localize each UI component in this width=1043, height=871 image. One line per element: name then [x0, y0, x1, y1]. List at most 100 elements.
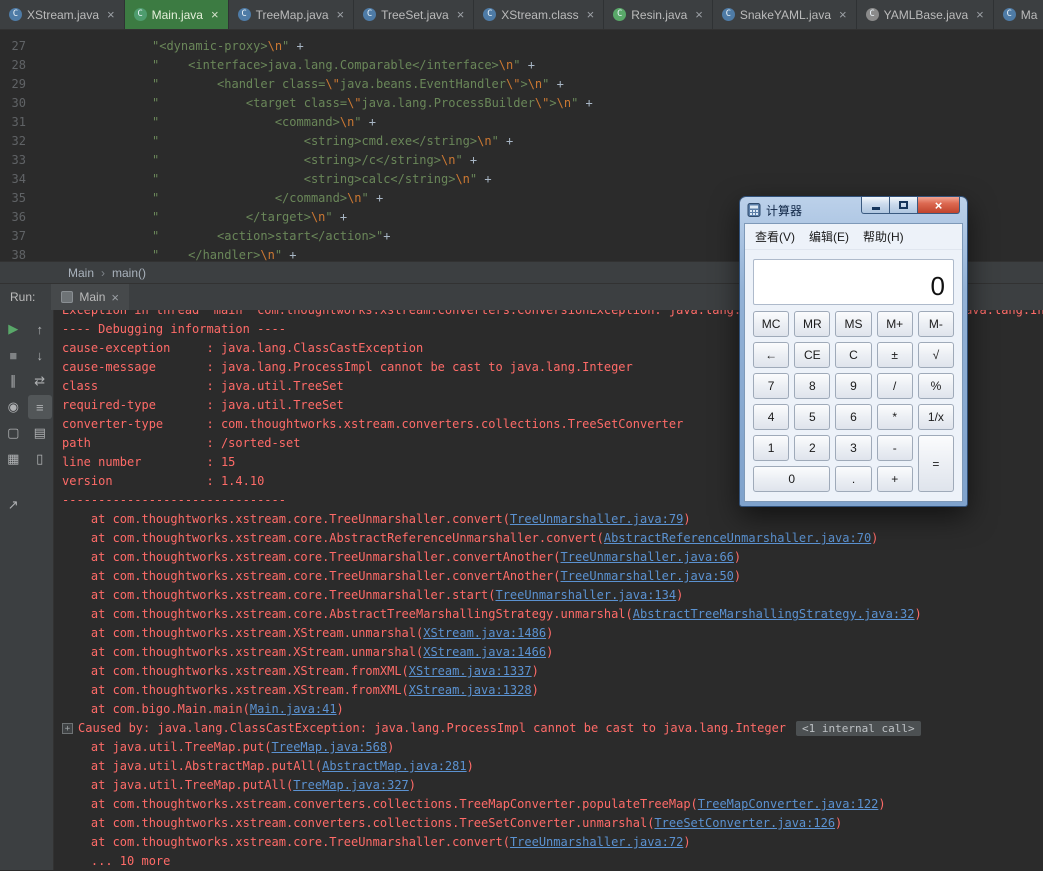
calc-button-4[interactable]: 4 — [753, 404, 790, 430]
calc-button-memory-subtract[interactable]: M- — [917, 311, 954, 337]
trash-icon[interactable]: ▯ — [28, 447, 52, 471]
calc-button-9[interactable]: 9 — [835, 373, 872, 399]
down-arrow-icon[interactable]: ↓ — [28, 343, 52, 367]
settings-icon[interactable]: ≡ — [27, 395, 52, 419]
console-line: ... 10 more — [62, 854, 171, 868]
calc-button-6[interactable]: 6 — [835, 404, 872, 430]
close-icon[interactable]: × — [211, 8, 219, 21]
editor-tab-resin-java[interactable]: C Resin.java × — [604, 0, 713, 29]
stack-trace-link[interactable]: TreeMap.java:568 — [272, 740, 388, 754]
calculator-keypad: MC MR MS M+ M- ← CE C ± √ 7 8 9/% 4 5 6 * 1/x 1 2 3- = 0. + — [753, 311, 954, 492]
editor-tab-xstream-class[interactable]: C XStream.class × — [474, 0, 605, 29]
calc-button-add[interactable]: + — [876, 466, 913, 492]
editor-tab-ma[interactable]: CMa× — [994, 0, 1043, 29]
editor-tab-treeset-java[interactable]: C TreeSet.java × — [354, 0, 475, 29]
close-icon[interactable]: × — [457, 8, 465, 21]
calc-button-8[interactable]: 8 — [794, 373, 831, 399]
calc-button-reciprocal[interactable]: 1/x — [917, 404, 954, 430]
calculator-window[interactable]: 计算器 × 查看(V) 编辑(E) 帮助(H) 0 MC MR MS M+ M- ← CE C… — [740, 197, 967, 506]
stop-icon[interactable]: ■ — [1, 343, 25, 367]
calc-button-2[interactable]: 2 — [794, 435, 831, 461]
editor-tab-treemap-java[interactable]: C TreeMap.java × — [229, 0, 355, 29]
stack-trace-link[interactable]: Main.java:41 — [250, 702, 337, 716]
stack-trace-link[interactable]: TreeMap.java:327 — [293, 778, 409, 792]
code-line: 27 "<dynamic-proxy>\n" + — [0, 37, 1043, 56]
frame-icon[interactable]: ▢ — [1, 421, 25, 445]
calc-button-negate[interactable]: ± — [876, 342, 913, 368]
stack-trace-link[interactable]: TreeUnmarshaller.java:50 — [561, 569, 734, 583]
calc-button-memory-clear[interactable]: MC — [753, 311, 790, 337]
run-tab-label: Main — [79, 290, 106, 304]
editor-tab-xstream-java[interactable]: C XStream.java × — [0, 0, 125, 29]
stack-trace-link[interactable]: TreeUnmarshaller.java:66 — [561, 550, 734, 564]
stack-trace-link[interactable]: XStream.java:1486 — [423, 626, 546, 640]
up-arrow-icon[interactable]: ↑ — [28, 317, 52, 341]
stack-trace-link[interactable]: AbstractTreeMarshallingStrategy.java:32 — [633, 607, 915, 621]
stack-trace-link[interactable]: TreeUnmarshaller.java:134 — [495, 588, 676, 602]
calc-button-backspace[interactable]: ← — [753, 342, 790, 368]
minimize-button[interactable] — [861, 197, 890, 214]
internal-calls-badge[interactable]: <1 internal call> — [796, 721, 921, 736]
pause-icon[interactable]: ∥ — [1, 369, 25, 393]
screenshot-icon[interactable]: ◉ — [1, 395, 25, 419]
class-icon: C — [9, 8, 22, 21]
close-button[interactable]: × — [917, 197, 960, 214]
stack-trace-link[interactable]: XStream.java:1466 — [423, 645, 546, 659]
breadcrumb-item-method[interactable]: main() — [112, 266, 146, 280]
line-number: 28 — [11, 58, 26, 72]
breadcrumb-item-class[interactable]: Main — [68, 266, 94, 280]
expand-icon[interactable]: + — [62, 723, 73, 734]
maximize-button[interactable] — [889, 197, 918, 214]
swap-icon[interactable]: ⇄ — [28, 369, 52, 393]
calculator-display: 0 — [753, 259, 954, 305]
calc-button-percent[interactable]: % — [917, 373, 954, 399]
calc-button-5[interactable]: 5 — [794, 404, 831, 430]
close-icon[interactable]: × — [839, 8, 847, 21]
editor-tab-yamlbase-java[interactable]: C YAMLBase.java × — [857, 0, 994, 29]
editor-tab-snakeyaml-java[interactable]: C SnakeYAML.java × — [713, 0, 857, 29]
menu-item-edit[interactable]: 编辑(E) — [803, 226, 855, 247]
calc-button-0[interactable]: 0 — [753, 466, 831, 492]
close-icon[interactable]: × — [976, 8, 984, 21]
pin-arrow-icon[interactable]: ↗ — [1, 493, 25, 517]
calc-button-multiply[interactable]: * — [876, 404, 913, 430]
calc-button-7[interactable]: 7 — [753, 373, 790, 399]
calc-button-subtract[interactable]: - — [876, 435, 913, 461]
line-number: 34 — [11, 172, 26, 186]
run-tab-main[interactable]: Main × — [51, 284, 129, 310]
rerun-icon[interactable]: ▶ — [1, 317, 25, 341]
calc-button-memory-recall[interactable]: MR — [794, 311, 831, 337]
grid-icon[interactable]: ▦ — [1, 447, 25, 471]
stack-trace-link[interactable]: XStream.java:1337 — [409, 664, 532, 678]
stack-trace-link[interactable]: TreeUnmarshaller.java:72 — [510, 835, 683, 849]
close-icon[interactable]: × — [695, 8, 703, 21]
calc-button-memory-add[interactable]: M+ — [876, 311, 913, 337]
window-title: 计算器 — [766, 203, 803, 218]
calc-button-decimal[interactable]: . — [835, 466, 872, 492]
stack-frame-line: at com.thoughtworks.xstream.core.TreeUnm… — [62, 569, 742, 583]
calc-button-clear[interactable]: C — [835, 342, 872, 368]
calc-button-3[interactable]: 3 — [835, 435, 872, 461]
stack-trace-link[interactable]: AbstractMap.java:281 — [322, 759, 467, 773]
stack-trace-link[interactable]: TreeUnmarshaller.java:79 — [510, 512, 683, 526]
calc-button-memory-store[interactable]: MS — [835, 311, 872, 337]
stack-trace-link[interactable]: AbstractReferenceUnmarshaller.java:70 — [604, 531, 871, 545]
editor-tab-main-java[interactable]: C Main.java × — [124, 0, 229, 29]
calc-button-divide[interactable]: / — [876, 373, 913, 399]
calc-button-equals[interactable]: = — [917, 435, 954, 492]
close-icon[interactable]: × — [587, 8, 595, 21]
stack-frame-line: at com.thoughtworks.xstream.XStream.from… — [62, 683, 539, 697]
calc-button-1[interactable]: 1 — [753, 435, 790, 461]
calculator-title-bar[interactable]: 计算器 × — [744, 197, 963, 223]
calc-button-sqrt[interactable]: √ — [917, 342, 954, 368]
print-icon[interactable]: ▤ — [28, 421, 52, 445]
menu-item-view[interactable]: 查看(V) — [749, 226, 801, 247]
menu-item-help[interactable]: 帮助(H) — [857, 226, 910, 247]
stack-trace-link[interactable]: TreeMapConverter.java:122 — [698, 797, 879, 811]
stack-trace-link[interactable]: XStream.java:1328 — [409, 683, 532, 697]
close-icon[interactable]: × — [111, 291, 119, 304]
calc-button-clear-entry[interactable]: CE — [794, 342, 831, 368]
stack-trace-link[interactable]: TreeSetConverter.java:126 — [654, 816, 835, 830]
close-icon[interactable]: × — [337, 8, 345, 21]
close-icon[interactable]: × — [107, 8, 115, 21]
